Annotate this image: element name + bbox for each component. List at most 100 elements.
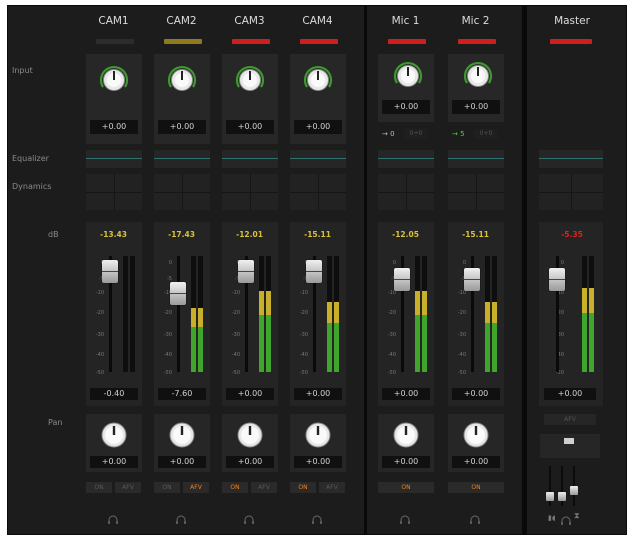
routing-button[interactable]: 0+0: [404, 129, 428, 139]
eq-curve: [448, 158, 504, 159]
pan-value[interactable]: +0.00: [158, 456, 206, 468]
equalizer-display[interactable]: [378, 150, 434, 168]
on-button[interactable]: ON: [222, 482, 248, 493]
channel-name: Mic 2: [461, 15, 490, 27]
input-gain-box: +0.00: [222, 54, 278, 144]
pan-value[interactable]: +0.00: [382, 456, 430, 468]
fader-scale-tick: -10: [299, 290, 308, 296]
pan-value[interactable]: +0.00: [226, 456, 274, 468]
headphones-icon[interactable]: [243, 510, 255, 524]
level-readout: -12.01: [236, 230, 263, 239]
routing-value: 0: [390, 130, 395, 138]
fader-handle[interactable]: [464, 268, 480, 291]
fader-value[interactable]: -7.60: [158, 388, 206, 400]
pan-value[interactable]: +0.00: [294, 456, 342, 468]
input-gain-knob[interactable]: [300, 62, 336, 102]
eq-curve: [290, 158, 346, 159]
afv-button[interactable]: AFV: [115, 482, 141, 493]
fader-value[interactable]: +0.00: [382, 388, 430, 400]
master-afv-button[interactable]: AFV: [544, 414, 596, 425]
pan-knob[interactable]: [99, 420, 129, 454]
on-button[interactable]: ON: [378, 482, 434, 493]
pan-value[interactable]: +0.00: [452, 456, 500, 468]
on-button[interactable]: ON: [290, 482, 316, 493]
fader-scale-tick: -50: [387, 370, 396, 376]
afv-button[interactable]: AFV: [183, 482, 209, 493]
monitor-slider[interactable]: [564, 438, 574, 444]
afv-button[interactable]: AFV: [319, 482, 345, 493]
pan-knob[interactable]: [235, 420, 265, 454]
headphones-icon[interactable]: [107, 510, 119, 524]
fader-value[interactable]: +0.00: [294, 388, 342, 400]
dynamics-display[interactable]: [539, 174, 603, 210]
headphones-icon[interactable]: [311, 510, 323, 524]
channel-buttons: ON AFV: [290, 482, 346, 494]
dynamics-display[interactable]: [378, 174, 434, 210]
routing-arrow[interactable]: → 0: [382, 130, 395, 138]
channel-meter-left: [415, 256, 420, 372]
channel-strip-cam1: CAM1 +0.00 -13.43 0-5-10-20-30-40-50 -0.…: [81, 6, 146, 534]
headphones-icon[interactable]: [399, 510, 411, 524]
talkback-icon[interactable]: ⧗: [574, 511, 580, 521]
on-button[interactable]: ON: [86, 482, 112, 493]
fader-handle[interactable]: [306, 260, 322, 283]
equalizer-display[interactable]: [154, 150, 210, 168]
input-gain-value[interactable]: +0.00: [158, 120, 206, 134]
input-gain-knob[interactable]: [390, 58, 426, 98]
dynamics-display[interactable]: [448, 174, 504, 210]
equalizer-display[interactable]: [290, 150, 346, 168]
input-gain-knob[interactable]: [96, 62, 132, 102]
pan-knob[interactable]: [303, 420, 333, 454]
master-fader-handle[interactable]: [549, 268, 565, 291]
pan-knob[interactable]: [391, 420, 421, 454]
equalizer-display[interactable]: [222, 150, 278, 168]
headphones-icon[interactable]: [175, 510, 187, 524]
input-gain-knob[interactable]: [460, 58, 496, 98]
tally-indicator: [550, 39, 592, 44]
channel-name: Master: [554, 15, 590, 27]
dynamics-display[interactable]: [154, 174, 210, 210]
channel-meter-left: [259, 256, 264, 372]
mini-fader-handle[interactable]: [570, 486, 578, 495]
pan-knob[interactable]: [167, 420, 197, 454]
fader-value[interactable]: -0.40: [90, 388, 138, 400]
input-gain-value[interactable]: +0.00: [90, 120, 138, 134]
channel-name: CAM2: [166, 15, 197, 27]
dynamics-display[interactable]: [222, 174, 278, 210]
routing-button[interactable]: 0+0: [474, 129, 498, 139]
mini-fader-handle[interactable]: [546, 492, 554, 501]
afv-button[interactable]: AFV: [251, 482, 277, 493]
input-gain-value[interactable]: +0.00: [452, 100, 500, 114]
mini-fader-handle[interactable]: [558, 492, 566, 501]
on-button[interactable]: ON: [154, 482, 180, 493]
equalizer-display[interactable]: [86, 150, 142, 168]
fader-handle[interactable]: [238, 260, 254, 283]
pan-knob[interactable]: [461, 420, 491, 454]
fader-handle[interactable]: [394, 268, 410, 291]
fader-scale-tick: -30: [299, 332, 308, 338]
dynamics-display[interactable]: [290, 174, 346, 210]
master-fader-value[interactable]: +0.00: [544, 388, 596, 400]
fader-value[interactable]: +0.00: [226, 388, 274, 400]
fader-scale-tick: -50: [299, 370, 308, 376]
pan-value[interactable]: +0.00: [90, 456, 138, 468]
headphones-icon[interactable]: [560, 511, 572, 530]
input-gain-value[interactable]: +0.00: [382, 100, 430, 114]
fader-handle[interactable]: [102, 260, 118, 283]
dynamics-display[interactable]: [86, 174, 142, 210]
channel-name: CAM1: [98, 15, 129, 27]
mute-icon[interactable]: ▮◖: [548, 514, 556, 522]
fader-scale-tick: -30: [231, 332, 240, 338]
equalizer-display[interactable]: [448, 150, 504, 168]
on-button[interactable]: ON: [448, 482, 504, 493]
input-gain-knob[interactable]: [164, 62, 200, 102]
headphones-icon[interactable]: [469, 510, 481, 524]
routing-arrow[interactable]: → 5: [452, 130, 465, 138]
fader-value[interactable]: +0.00: [452, 388, 500, 400]
input-gain-knob[interactable]: [232, 62, 268, 102]
input-gain-value[interactable]: +0.00: [226, 120, 274, 134]
fader-handle[interactable]: [170, 282, 186, 305]
equalizer-display[interactable]: [539, 150, 603, 168]
input-gain-value[interactable]: +0.00: [294, 120, 342, 134]
pan-box: +0.00: [378, 414, 434, 472]
